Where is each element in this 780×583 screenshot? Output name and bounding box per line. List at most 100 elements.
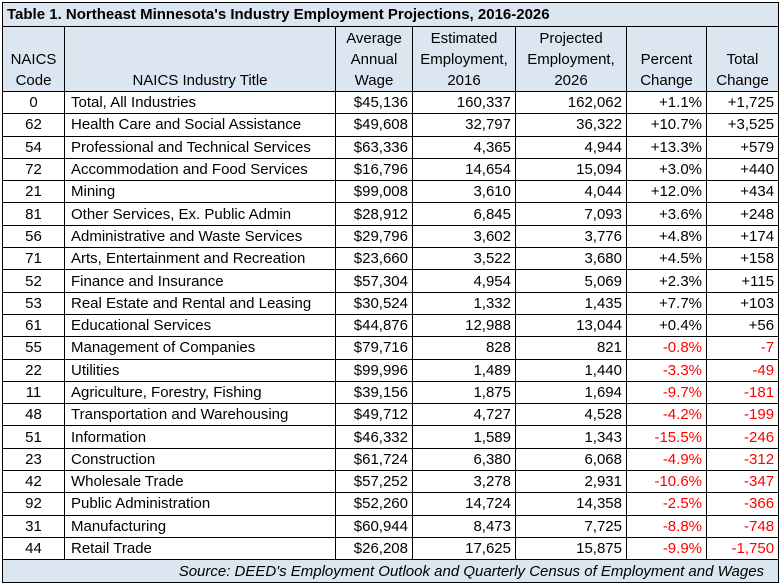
cell-total-change: -312 (705, 447, 780, 472)
cell-employment-2016: 1,589 (412, 425, 516, 449)
cell-industry-title: Professional and Technical Services (64, 135, 336, 159)
cell-percent-change: -10.6% (626, 470, 707, 494)
cell-employment-2026: 162,062 (515, 90, 627, 115)
cell-industry-title: Educational Services (64, 313, 336, 338)
cell-total-change: +56 (705, 313, 780, 338)
cell-employment-2016: 1,875 (412, 380, 516, 405)
cell-employment-2016: 1,489 (412, 358, 516, 382)
header-line: Projected (539, 30, 603, 47)
cell-naics-code: 48 (2, 403, 65, 427)
table-row: 44 Retail Trade $26,208 17,625 15,875 -9.9% -1… (2, 536, 780, 561)
cell-employment-2026: 1,694 (515, 380, 627, 405)
table-row: 0 Total, All Industries $45,136 160,337 162,… (2, 90, 780, 115)
cell-industry-title: Total, All Industries (64, 90, 336, 115)
cell-naics-code: 23 (2, 447, 65, 472)
cell-naics-code: 0 (2, 90, 65, 115)
cell-total-change: -1,750 (705, 536, 780, 561)
cell-total-change: +174 (705, 224, 780, 249)
cell-total-change: +1,725 (705, 90, 780, 115)
table-row: 52 Finance and Insurance $57,304 4,954 5,069… (2, 269, 780, 293)
cell-employment-2026: 4,528 (515, 403, 627, 427)
cell-naics-code: 81 (2, 202, 65, 226)
cell-employment-2016: 3,610 (412, 180, 516, 204)
cell-industry-title: Utilities (64, 358, 336, 382)
table-row: 92 Public Administration $52,260 14,724 14,3… (2, 492, 780, 516)
cell-average-wage: $46,332 (335, 425, 413, 449)
cell-employment-2026: 1,440 (515, 358, 627, 382)
cell-employment-2016: 14,654 (412, 157, 516, 182)
cell-naics-code: 55 (2, 336, 65, 360)
cell-employment-2016: 160,337 (412, 90, 516, 115)
cell-industry-title: Construction (64, 447, 336, 472)
header-line: Code (15, 72, 52, 89)
cell-percent-change: -9.9% (626, 536, 707, 561)
cell-employment-2016: 12,988 (412, 313, 516, 338)
cell-percent-change: +0.4% (626, 313, 707, 338)
header-line: Percent (640, 51, 693, 68)
cell-total-change: +103 (705, 291, 780, 315)
source-note: Source: DEED's Employment Outlook and Qu… (1, 559, 780, 583)
cell-employment-2016: 32,797 (412, 113, 516, 137)
cell-total-change: -748 (705, 514, 780, 538)
header-projected-employment: Projected Employment, 2026 (515, 26, 627, 92)
cell-naics-code: 72 (2, 157, 65, 182)
cell-percent-change: +2.3% (626, 269, 707, 293)
table-row: 11 Agriculture, Forestry, Fishing $39,156 1… (2, 380, 780, 405)
table-row: 22 Utilities $99,996 1,489 1,440 -3.3% -49 (2, 358, 780, 382)
cell-naics-code: 21 (2, 180, 65, 204)
header-total-change: Total Change (705, 26, 780, 92)
cell-naics-code: 11 (2, 380, 65, 405)
cell-total-change: -246 (705, 425, 780, 449)
table-title-row: Table 1. Northeast Minnesota's Industry … (1, 2, 780, 27)
table-row: 48 Transportation and Warehousing $49,712 4… (2, 403, 780, 427)
cell-total-change: -366 (705, 492, 780, 516)
cell-employment-2026: 2,931 (515, 470, 627, 494)
cell-employment-2016: 14,724 (412, 492, 516, 516)
table-row: 56 Administrative and Waste Services $29,7… (2, 224, 780, 249)
cell-naics-code: 61 (2, 313, 65, 338)
employment-projections-table: Table 1. Northeast Minnesota's Industry … (1, 2, 780, 583)
cell-employment-2016: 8,473 (412, 514, 516, 538)
table-row: 53 Real Estate and Rental and Leasing $30,… (2, 291, 780, 315)
cell-percent-change: -0.8% (626, 336, 707, 360)
cell-employment-2016: 3,522 (412, 247, 516, 271)
cell-average-wage: $57,304 (335, 269, 413, 293)
cell-employment-2016: 4,727 (412, 403, 516, 427)
cell-average-wage: $28,912 (335, 202, 413, 226)
cell-average-wage: $52,260 (335, 492, 413, 516)
cell-naics-code: 56 (2, 224, 65, 249)
header-line: 2016 (447, 72, 481, 89)
cell-industry-title: Retail Trade (64, 536, 336, 561)
header-line: Employment, (420, 51, 508, 68)
table-row: 31 Manufacturing $60,944 8,473 7,725 -8.8% -74… (2, 514, 780, 538)
cell-employment-2026: 4,044 (515, 180, 627, 204)
cell-employment-2026: 15,094 (515, 157, 627, 182)
cell-employment-2016: 6,380 (412, 447, 516, 472)
cell-industry-title: Public Administration (64, 492, 336, 516)
table-title: Table 1. Northeast Minnesota's Industry … (1, 2, 780, 27)
cell-employment-2016: 17,625 (412, 536, 516, 561)
cell-percent-change: +4.8% (626, 224, 707, 249)
cell-percent-change: -4.9% (626, 447, 707, 472)
cell-industry-title: Real Estate and Rental and Leasing (64, 291, 336, 315)
cell-employment-2026: 1,435 (515, 291, 627, 315)
cell-naics-code: 71 (2, 247, 65, 271)
cell-industry-title: Manufacturing (64, 514, 336, 538)
column-header-row: NAICS Code NAICS Industry Title Average Annu… (2, 26, 780, 92)
header-estimated-employment: Estimated Employment, 2016 (412, 26, 516, 92)
cell-employment-2026: 13,044 (515, 313, 627, 338)
cell-average-wage: $63,336 (335, 135, 413, 159)
cell-total-change: +115 (705, 269, 780, 293)
cell-naics-code: 92 (2, 492, 65, 516)
cell-naics-code: 42 (2, 470, 65, 494)
cell-average-wage: $16,796 (335, 157, 413, 182)
header-average-wage: Average Annual Wage (335, 26, 413, 92)
table-row: 51 Information $46,332 1,589 1,343 -15.5% -246 (2, 425, 780, 449)
cell-naics-code: 22 (2, 358, 65, 382)
header-line: Estimated (430, 30, 498, 47)
table-row: 55 Management of Companies $79,716 828 821 -0… (2, 336, 780, 360)
cell-employment-2016: 1,332 (412, 291, 516, 315)
cell-average-wage: $57,252 (335, 470, 413, 494)
cell-employment-2016: 4,954 (412, 269, 516, 293)
table-row: 71 Arts, Entertainment and Recreation $23,… (2, 247, 780, 271)
